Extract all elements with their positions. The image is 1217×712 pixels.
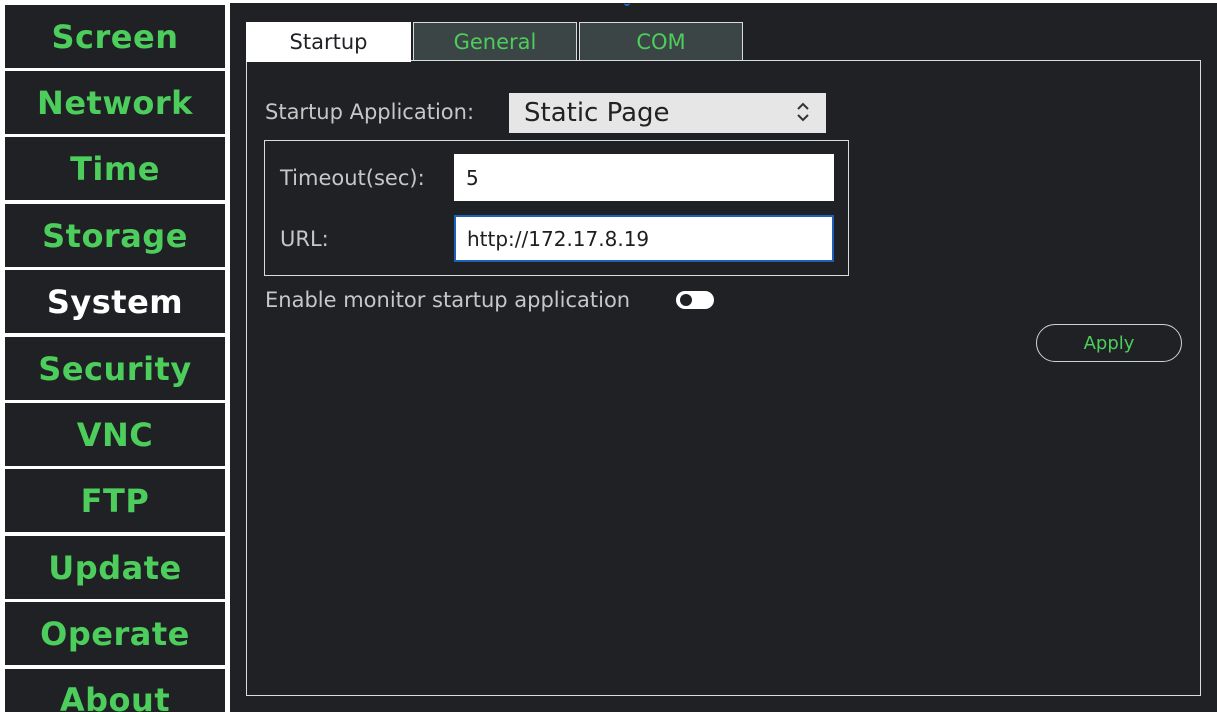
updown-arrows-icon: [797, 102, 809, 122]
sidebar-item-ftp[interactable]: FTP: [5, 469, 225, 532]
timeout-label: Timeout(sec):: [280, 166, 425, 190]
tab-com[interactable]: COM: [579, 22, 743, 61]
startup-application-select[interactable]: Static Page: [509, 93, 826, 133]
tab-general[interactable]: General: [413, 22, 577, 61]
sidebar-item-storage[interactable]: Storage: [5, 204, 225, 267]
sidebar-item-security[interactable]: Security: [5, 337, 225, 400]
startup-application-label: Startup Application:: [265, 100, 475, 124]
sidebar-item-update[interactable]: Update: [5, 536, 225, 599]
top-edge-mark: [624, 0, 630, 6]
sidebar-item-screen[interactable]: Screen: [5, 5, 225, 68]
sidebar-item-system[interactable]: System: [5, 270, 225, 333]
apply-button[interactable]: Apply: [1036, 324, 1182, 362]
sidebar-item-about[interactable]: About: [5, 669, 225, 712]
settings-window: Screen Network Time Storage System Secur…: [0, 0, 1217, 712]
sidebar-item-time[interactable]: Time: [5, 137, 225, 200]
sidebar-item-operate[interactable]: Operate: [5, 602, 225, 665]
startup-application-value: Static Page: [524, 98, 670, 128]
sidebar: Screen Network Time Storage System Secur…: [0, 0, 230, 712]
tab-startup[interactable]: Startup: [246, 22, 411, 62]
url-label: URL:: [280, 227, 329, 251]
monitor-startup-label: Enable monitor startup application: [265, 288, 631, 312]
url-input[interactable]: http://172.17.8.19: [454, 215, 834, 262]
top-border: [225, 0, 1217, 3]
sidebar-item-vnc[interactable]: VNC: [5, 403, 225, 466]
sidebar-item-network[interactable]: Network: [5, 71, 225, 134]
monitor-startup-toggle[interactable]: [676, 291, 714, 309]
toggle-knob: [679, 293, 693, 307]
timeout-input[interactable]: 5: [454, 154, 834, 201]
